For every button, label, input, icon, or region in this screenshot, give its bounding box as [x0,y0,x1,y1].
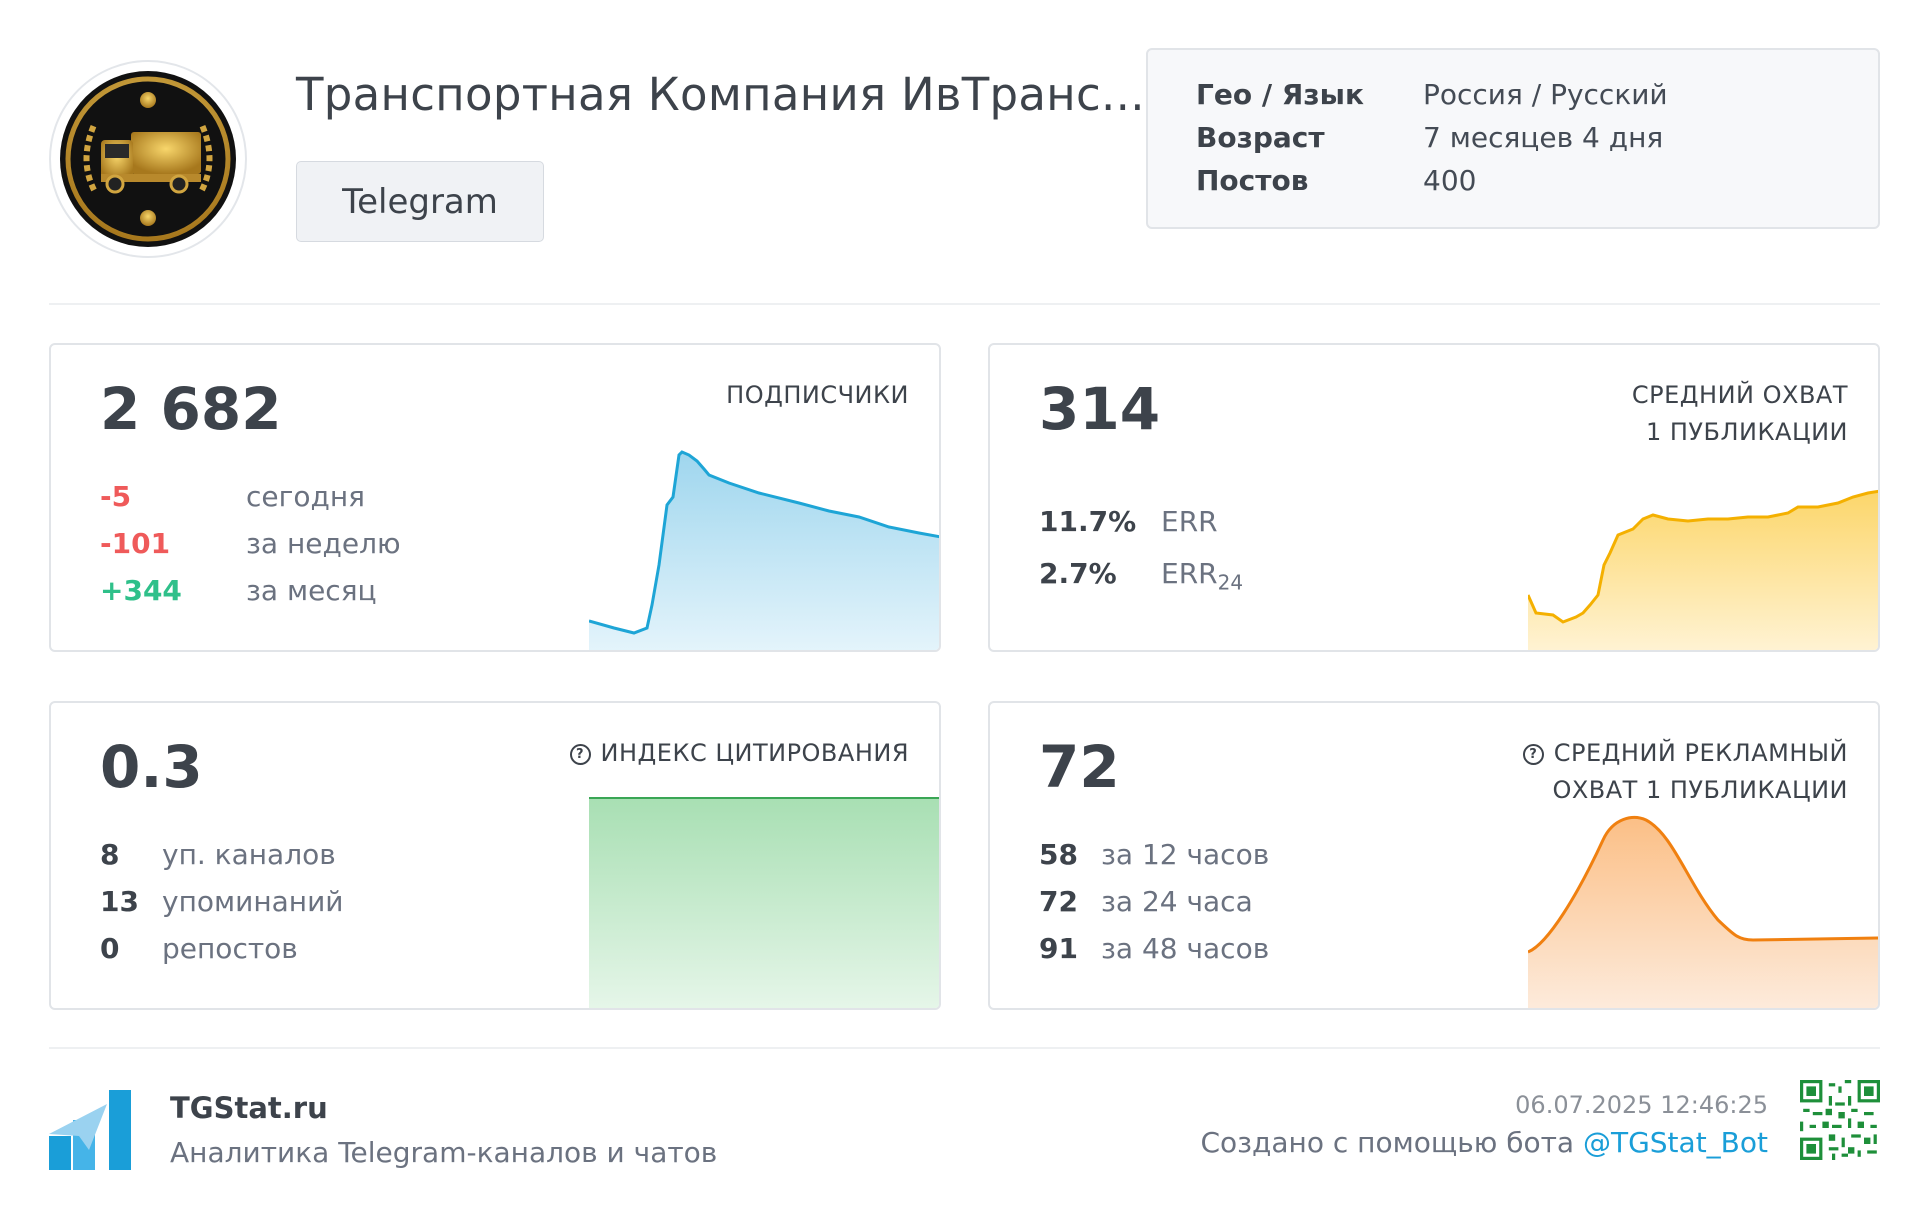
stat-value: 91 [1039,932,1078,965]
err-subscript: 24 [1217,570,1244,595]
footer-site-name[interactable]: TGStat.ru [170,1091,328,1125]
citation-sparkline [589,797,939,1008]
stat-value: -5 [100,480,132,513]
subscribers-sparkline [589,450,939,650]
channel-title: Транспортная Компания ИвТранс... [296,68,1145,121]
truck-emblem-icon [60,71,236,247]
info-label: Гео / Язык [1196,78,1364,111]
ad-reach-sparkline [1528,816,1878,1008]
card-label-line: 1 ПУБЛИКАЦИИ [1645,418,1848,446]
info-value: Россия / Русский [1423,78,1668,111]
stat-value: -101 [100,527,171,560]
card-label: СРЕДНИЙ ОХВАТ 1 ПУБЛИКАЦИИ [1632,377,1848,451]
footer-tagline: Аналитика Telegram-каналов и чатов [170,1136,718,1169]
card-label: ? ИНДЕКС ЦИТИРОВАНИЯ [569,735,909,772]
stat-text: за месяц [246,574,377,607]
stat-value: +344 [100,574,182,607]
stat-value: 2.7% [1039,557,1117,590]
stat-text: за 24 часа [1101,885,1253,918]
stat-text: репостов [162,932,298,965]
stat-text: ERR [1161,505,1218,538]
card-label: ПОДПИСЧИКИ [726,381,909,409]
stat-value: 72 [1039,885,1078,918]
citation-index-value: 0.3 [100,733,203,801]
stat-value: 11.7% [1039,505,1137,538]
credit-text: Создано с помощью бота [1200,1126,1583,1159]
ad-reach-value: 72 [1039,733,1120,801]
question-circle-icon[interactable]: ? [569,744,591,765]
stat-value: 8 [100,838,120,871]
divider [49,303,1880,305]
card-label-text: ИНДЕКС ЦИТИРОВАНИЯ [600,739,909,767]
stat-text: за 48 часов [1101,932,1270,965]
platform-badge[interactable]: Telegram [296,161,544,242]
card-label-line: СРЕДНИЙ РЕКЛАМНЫЙ [1553,739,1848,767]
ad-reach-card[interactable]: 72 ? СРЕДНИЙ РЕКЛАМНЫЙ ОХВАТ 1 ПУБЛИКАЦИИ… [988,701,1880,1010]
stat-text: упоминаний [162,885,344,918]
channel-info-box: Гео / Язык Россия / Русский Возраст 7 ме… [1146,48,1880,229]
bot-link[interactable]: @TGStat_Bot [1583,1126,1768,1159]
tgstat-logo-icon [49,1090,131,1170]
footer-credit: Создано с помощью бота @TGStat_Bot [1200,1126,1768,1159]
report-timestamp: 06.07.2025 12:46:25 [1515,1091,1768,1119]
info-value: 400 [1423,164,1477,197]
stat-value: 0 [100,932,120,965]
channel-avatar [49,60,247,258]
stat-text: ERR24 [1161,557,1243,595]
stat-text: за 12 часов [1101,838,1270,871]
qr-code [1800,1080,1880,1160]
info-value: 7 месяцев 4 дня [1423,121,1664,154]
subscribers-card[interactable]: 2 682 ПОДПИСЧИКИ -5 сегодня -101 за неде… [49,343,941,652]
info-label: Возраст [1196,121,1325,154]
citation-card[interactable]: 0.3 ? ИНДЕКС ЦИТИРОВАНИЯ 8 уп. каналов 13… [49,701,941,1010]
stat-value: 13 [100,885,139,918]
divider [49,1047,1880,1049]
info-label: Постов [1196,164,1309,197]
stat-value: 58 [1039,838,1078,871]
err-label: ERR [1161,557,1218,590]
question-circle-icon[interactable]: ? [1522,744,1544,765]
card-label-line: СРЕДНИЙ ОХВАТ [1631,381,1848,409]
reach-card[interactable]: 314 СРЕДНИЙ ОХВАТ 1 ПУБЛИКАЦИИ 11.7% ERR… [988,343,1880,652]
subscribers-count: 2 682 [100,375,282,443]
stat-text: за неделю [246,527,401,560]
stat-text: уп. каналов [162,838,336,871]
reach-sparkline [1528,489,1878,650]
avg-reach-value: 314 [1039,375,1161,443]
stat-text: сегодня [246,480,365,513]
